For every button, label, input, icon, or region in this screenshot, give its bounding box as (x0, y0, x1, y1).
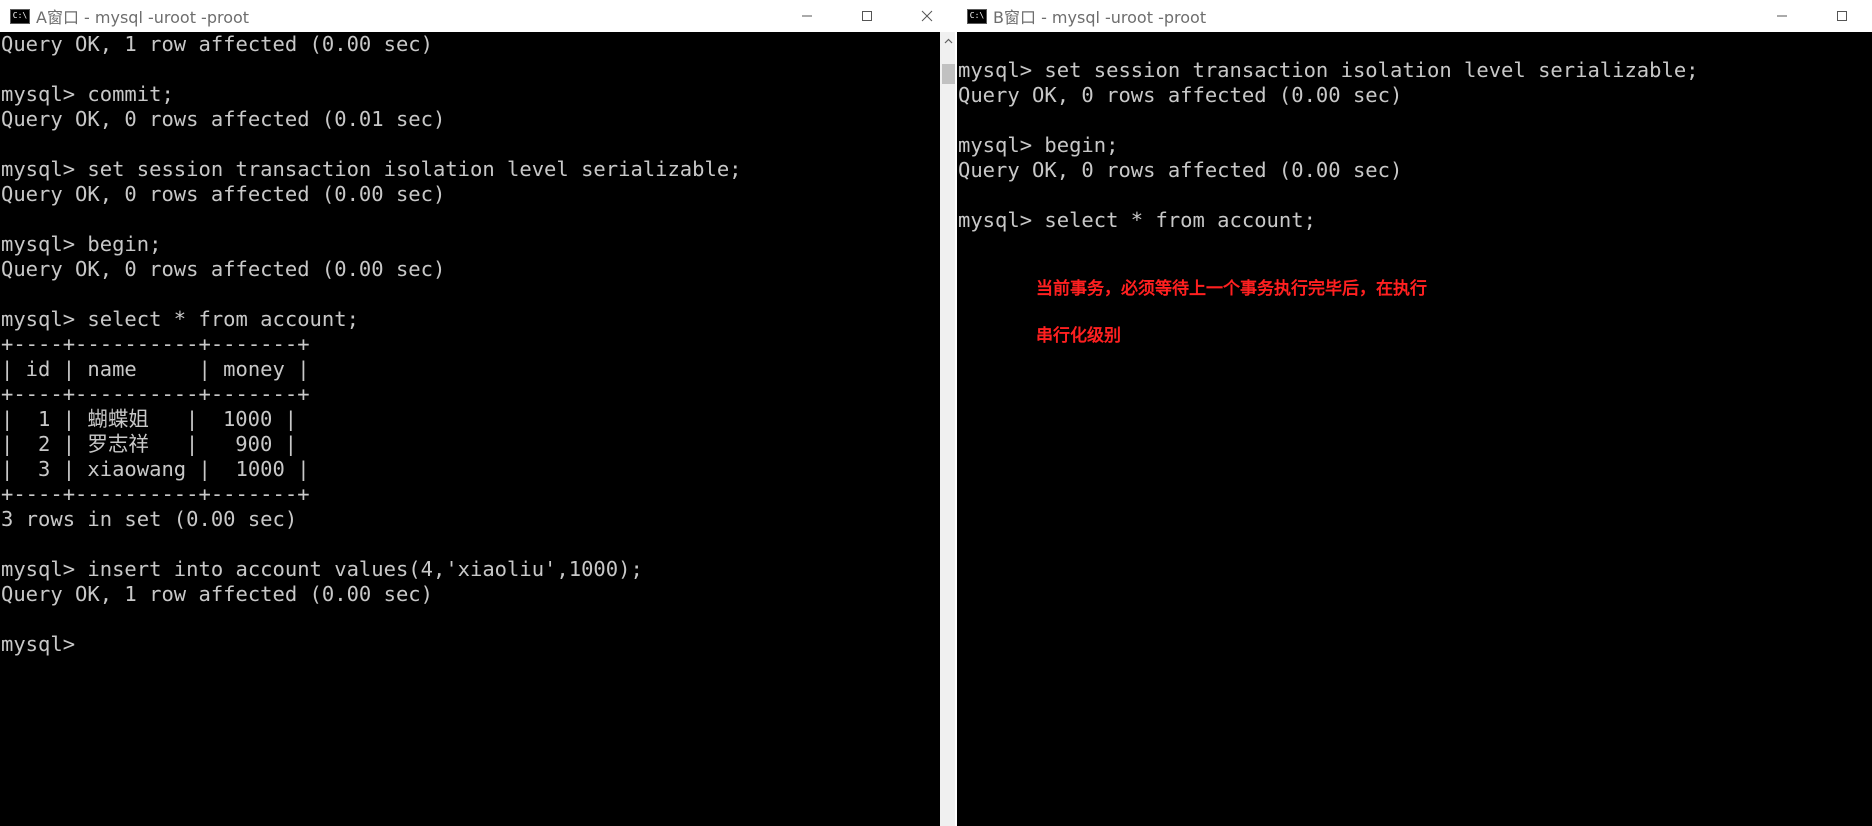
window-b-title: B窗口 - mysql -uroot -proot (993, 8, 1207, 27)
window-a-titlebar[interactable]: C:\ A窗口 - mysql -uroot -proot (0, 0, 957, 32)
minimize-icon[interactable] (777, 0, 837, 32)
console-text-a: Query OK, 1 row affected (0.00 sec) mysq… (1, 32, 742, 656)
annotation-wait-note: 当前事务，必须等待上一个事务执行完毕后，在执行 (1036, 279, 1427, 299)
console-output-a[interactable]: Query OK, 1 row affected (0.00 sec) mysq… (0, 32, 957, 826)
annotation-serializable-label: 串行化级别 (1036, 326, 1121, 346)
close-icon[interactable] (897, 0, 957, 32)
console-window-a[interactable]: C:\ A窗口 - mysql -uroot -proot Query OK, … (0, 0, 957, 826)
console-icon: C:\ (967, 8, 987, 24)
console-text-b: mysql> set session transaction isolation… (958, 58, 1699, 232)
scroll-thumb[interactable] (942, 64, 955, 84)
window-a-title: A窗口 - mysql -uroot -proot (36, 8, 250, 27)
console-icon: C:\ (10, 8, 30, 24)
console-output-b[interactable]: mysql> set session transaction isolation… (957, 32, 1872, 826)
console-window-b[interactable]: C:\ B窗口 - mysql -uroot -proot mysql> set… (957, 0, 1872, 826)
maximize-icon[interactable] (837, 0, 897, 32)
window-b-titlebar[interactable]: C:\ B窗口 - mysql -uroot -proot (957, 0, 1872, 32)
minimize-icon[interactable] (1752, 0, 1812, 32)
maximize-icon[interactable] (1812, 0, 1872, 32)
